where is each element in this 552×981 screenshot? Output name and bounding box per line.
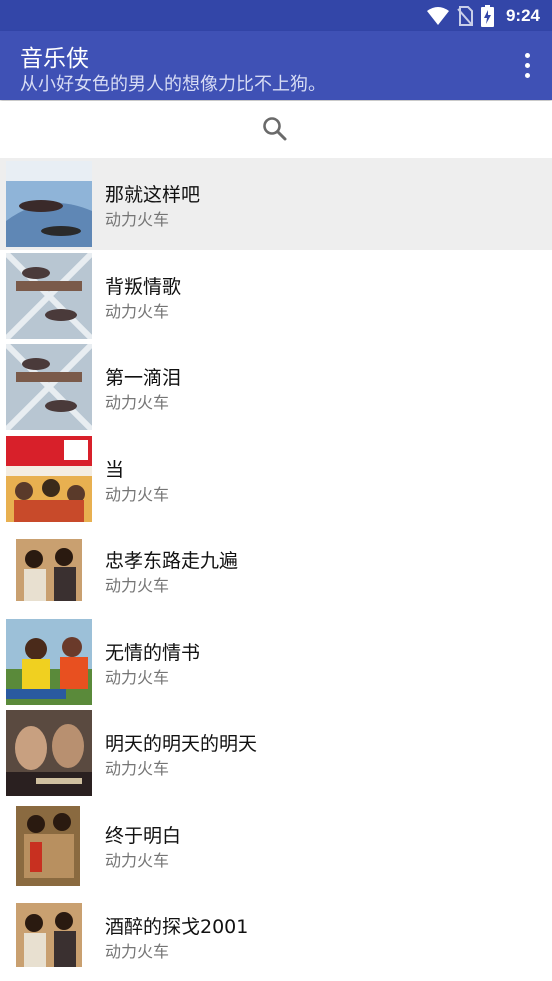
album-cover [6,161,92,247]
album-cover [6,344,92,430]
song-title: 酒醉的探戈2001 [105,916,249,938]
song-title: 背叛情歌 [105,275,182,298]
battery-charging-icon [480,5,494,27]
song-artist: 动力火车 [105,667,170,687]
song-list-item[interactable]: 明天的明天的明天 动力火车 [0,707,552,799]
song-artist: 动力火车 [105,301,170,321]
no-sim-icon [457,6,473,26]
search-row[interactable] [0,101,552,157]
status-time: 9:24 [505,6,540,25]
album-cover [6,435,92,522]
album-cover [6,252,92,339]
song-list-item[interactable]: 那就这样吧 动力火车 [0,158,552,250]
more-vert-icon[interactable] [516,51,538,79]
status-bar: 9:24 [0,0,552,31]
song-title: 明天的明天的明天 [105,733,258,755]
song-list-item[interactable]: 无情的情书 动力火车 [0,616,552,708]
song-title: 那就这样吧 [105,184,201,206]
song-artist: 动力火车 [105,576,170,595]
song-list-item[interactable]: 忠孝东路走九遍 动力火车 [0,524,552,616]
song-title: 第一滴泪 [105,367,182,389]
song-title: 无情的情书 [105,641,201,664]
album-cover [6,801,92,888]
song-title: 忠孝东路走九遍 [105,550,239,572]
song-title: 终于明白 [105,824,182,847]
search-icon[interactable] [262,116,288,142]
song-artist: 动力火车 [105,210,170,229]
app-title: 音乐侠 [20,46,89,72]
song-list-item[interactable]: 酒醉的探戈2001 动力火车 [0,890,552,981]
song-list: 那就这样吧 动力火车 背叛情歌 动力火车 第一滴泪 动力火车 当 动力火车 忠孝… [0,158,552,981]
song-list-item[interactable]: 背叛情歌 动力火车 [0,250,552,342]
app-subtitle: 从小好女色的男人的想像力比不上狗。 [20,74,326,95]
song-list-item[interactable]: 当 动力火车 [0,433,552,525]
album-cover [6,710,92,796]
song-artist: 动力火车 [105,759,170,778]
song-artist: 动力火车 [105,484,170,504]
song-list-item[interactable]: 终于明白 动力火车 [0,799,552,891]
song-artist: 动力火车 [105,393,170,412]
song-artist: 动力火车 [105,942,170,961]
album-cover [6,893,92,979]
song-artist: 动力火车 [105,850,170,870]
song-list-item[interactable]: 第一滴泪 动力火车 [0,341,552,433]
wifi-icon [426,7,449,25]
song-title: 当 [105,458,125,481]
album-cover [6,527,92,613]
app-bar: 音乐侠 从小好女色的男人的想像力比不上狗。 [0,31,552,100]
album-cover [6,618,92,705]
